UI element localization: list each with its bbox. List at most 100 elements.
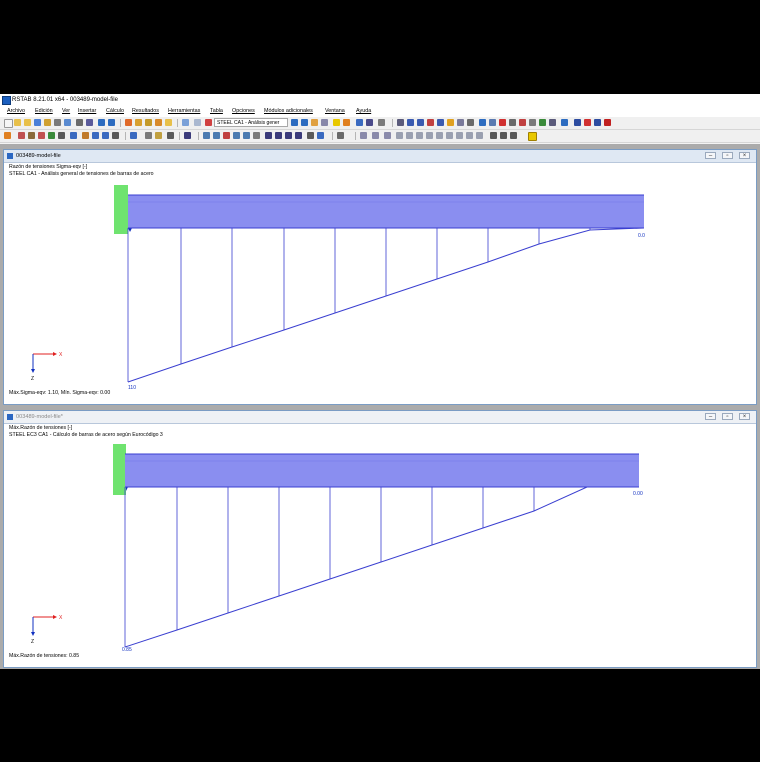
print-report-icon[interactable]: [64, 119, 71, 126]
view-m-icon[interactable]: [519, 119, 526, 126]
dim-b-icon[interactable]: [406, 132, 413, 139]
zoom-out-icon[interactable]: [233, 132, 240, 139]
dim-f-icon[interactable]: [446, 132, 453, 139]
snap-icon[interactable]: [490, 132, 497, 139]
menu-resultados[interactable]: Resultados: [132, 106, 159, 117]
tool-a-icon[interactable]: [155, 119, 162, 126]
view-n-icon[interactable]: [529, 119, 536, 126]
view-xz-icon[interactable]: [295, 132, 302, 139]
move-icon[interactable]: [130, 132, 137, 139]
menu-ventana[interactable]: Ventana: [325, 106, 345, 117]
open-folder-icon[interactable]: [14, 119, 21, 126]
view-p-icon[interactable]: [549, 119, 556, 126]
zoom-all-icon[interactable]: [203, 132, 210, 139]
select-icon[interactable]: [135, 119, 142, 126]
hinge-tool-icon[interactable]: [48, 132, 55, 139]
highlight-icon[interactable]: [528, 132, 537, 141]
preview-icon[interactable]: [76, 119, 83, 126]
menu-modulos-adicionales[interactable]: Módulos adicionales: [264, 106, 313, 117]
menu-archivo[interactable]: Archivo: [7, 106, 25, 117]
member-tool-icon[interactable]: [18, 132, 25, 139]
zoom-window-icon[interactable]: [213, 132, 220, 139]
dim-g-icon[interactable]: [456, 132, 463, 139]
redo-icon[interactable]: [108, 119, 115, 126]
dim-h-icon[interactable]: [466, 132, 473, 139]
info-icon[interactable]: [372, 132, 379, 139]
comment-icon[interactable]: [102, 132, 109, 139]
bookmark-icon[interactable]: [82, 132, 89, 139]
save-icon[interactable]: [34, 119, 41, 126]
node-tool-icon[interactable]: [28, 132, 35, 139]
module-a-icon[interactable]: [574, 119, 581, 126]
filter-icon[interactable]: [366, 119, 373, 126]
dim-e-icon[interactable]: [436, 132, 443, 139]
scale-icon[interactable]: [167, 132, 174, 139]
new-file-icon[interactable]: [4, 119, 13, 128]
grid-icon[interactable]: [194, 119, 201, 126]
render-mode-icon[interactable]: [317, 132, 324, 139]
table-icon[interactable]: [182, 119, 189, 126]
render-icon[interactable]: [307, 132, 314, 139]
model-window-sigma[interactable]: 003489-model-file – ▫ × Razón de tension…: [3, 149, 757, 405]
results-icon[interactable]: [205, 119, 212, 126]
view-k-icon[interactable]: [499, 119, 506, 126]
measure-icon[interactable]: [384, 132, 391, 139]
pen-icon[interactable]: [125, 119, 132, 126]
filter-display-icon[interactable]: [337, 132, 344, 139]
dim-a-icon[interactable]: [396, 132, 403, 139]
print-icon[interactable]: [54, 119, 61, 126]
view-b-icon[interactable]: [407, 119, 414, 126]
rotate-icon[interactable]: [145, 132, 152, 139]
settings-gear-icon[interactable]: [145, 119, 152, 126]
view-x-icon[interactable]: [265, 132, 272, 139]
load-tool-icon[interactable]: [70, 132, 77, 139]
dimension-icon[interactable]: [92, 132, 99, 139]
save-all-icon[interactable]: [44, 119, 51, 126]
view-z-icon[interactable]: [285, 132, 292, 139]
dim-c-icon[interactable]: [416, 132, 423, 139]
view-j-icon[interactable]: [489, 119, 496, 126]
guide-icon[interactable]: [112, 132, 119, 139]
frame-icon[interactable]: [378, 119, 385, 126]
menu-herramientas[interactable]: Herramientas: [168, 106, 200, 117]
menu-tabla[interactable]: Tabla: [210, 106, 223, 117]
dim-d-icon[interactable]: [426, 132, 433, 139]
mirror-icon[interactable]: [155, 132, 162, 139]
module-d-icon[interactable]: [604, 119, 611, 126]
view-i-icon[interactable]: [479, 119, 486, 126]
view-q-icon[interactable]: [561, 119, 568, 126]
tool-b-icon[interactable]: [165, 119, 172, 126]
view-g-icon[interactable]: [457, 119, 464, 126]
menu-insertar[interactable]: Insertar: [78, 106, 96, 117]
menu-edicion[interactable]: Edición: [35, 106, 53, 117]
arrow-tool-icon[interactable]: [4, 132, 11, 139]
view-3d-icon[interactable]: [243, 132, 250, 139]
section-tool-icon[interactable]: [58, 132, 65, 139]
view-o-icon[interactable]: [539, 119, 546, 126]
grid-snap-icon[interactable]: [500, 132, 507, 139]
support-tool-icon[interactable]: [38, 132, 45, 139]
menu-ver[interactable]: Ver: [62, 106, 70, 117]
menu-calculo[interactable]: Cálculo: [106, 106, 124, 117]
load-icon[interactable]: [356, 119, 363, 126]
display-icon[interactable]: [184, 132, 191, 139]
menu-ayuda[interactable]: Ayuda: [356, 106, 371, 117]
cut-icon[interactable]: [86, 119, 93, 126]
model-window-ratio[interactable]: 003489-model-file* – ▫ × Máx.Razón de te…: [3, 410, 757, 668]
result-values-icon[interactable]: [333, 119, 340, 126]
help-icon[interactable]: [360, 132, 367, 139]
view-h-icon[interactable]: [467, 119, 474, 126]
open-recent-icon[interactable]: [24, 119, 31, 126]
view-d-icon[interactable]: [427, 119, 434, 126]
view-c-icon[interactable]: [417, 119, 424, 126]
dim-i-icon[interactable]: [476, 132, 483, 139]
view-a-icon[interactable]: [397, 119, 404, 126]
chart-icon[interactable]: [311, 119, 318, 126]
view-l-icon[interactable]: [509, 119, 516, 126]
view-e-icon[interactable]: [437, 119, 444, 126]
ortho-icon[interactable]: [510, 132, 517, 139]
module-combo[interactable]: STEEL CA1 - Análisis gener: [214, 118, 288, 127]
view-y-icon[interactable]: [275, 132, 282, 139]
prev-arrow-icon[interactable]: [291, 119, 298, 126]
next-arrow-icon[interactable]: [301, 119, 308, 126]
